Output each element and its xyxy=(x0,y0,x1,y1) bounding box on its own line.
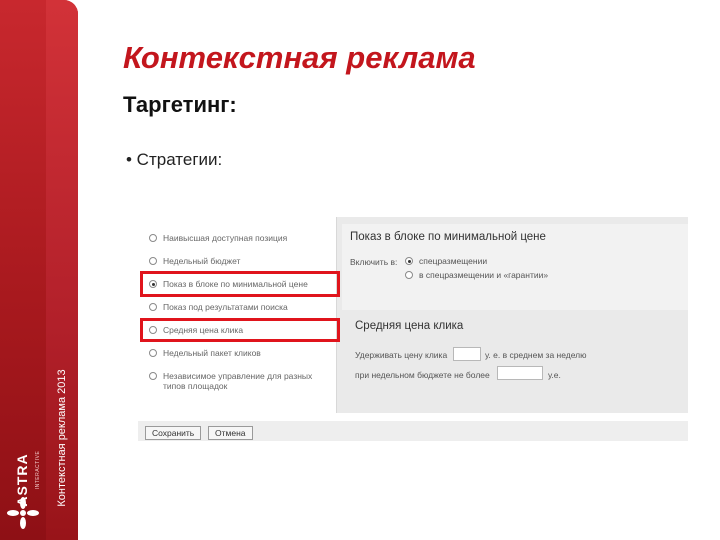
bullet-strategies: • Стратегии: xyxy=(126,150,223,169)
radio-button[interactable] xyxy=(149,303,157,311)
hold-cpc-input[interactable] xyxy=(453,347,481,361)
option-label-line1: Независимое управление для разных xyxy=(163,371,313,381)
radio-button-selected[interactable] xyxy=(405,257,413,265)
cpc-title: Средняя цена клика xyxy=(355,320,464,332)
strategy-option-below-search[interactable]: Показ под результатами поиска xyxy=(149,302,288,312)
slide-title: Контекстная реклама xyxy=(123,40,476,75)
radio-button[interactable] xyxy=(149,234,157,242)
place-option-special-guarantee[interactable]: в спецразмещении и «гарантии» xyxy=(405,270,548,280)
radio-button[interactable] xyxy=(149,349,157,357)
budget-input[interactable] xyxy=(497,366,543,380)
logo-subtext: INTERACTIVE xyxy=(35,450,41,490)
radio-button[interactable] xyxy=(405,271,413,279)
option-label-line2: типов площадок xyxy=(163,381,228,391)
strategy-option-weekly-budget[interactable]: Недельный бюджет xyxy=(149,256,240,266)
hold-cpc-suffix: у. е. в среднем за неделю xyxy=(485,350,587,360)
save-button[interactable]: Сохранить xyxy=(145,426,202,440)
budget-label: при недельном бюджете не более xyxy=(355,370,490,380)
radio-button[interactable] xyxy=(149,372,157,380)
highlight-box-min-price xyxy=(140,271,340,297)
strategy-option-weekly-clicks[interactable]: Недельный пакет кликов xyxy=(149,348,261,358)
hold-cpc-label: Удерживать цену клика xyxy=(355,350,448,360)
strategy-option-independent[interactable]: Независимое управление для разных типов … xyxy=(149,371,312,391)
block-title: Показ в блоке по минимальной цене xyxy=(350,231,546,243)
strategy-option-top-position[interactable]: Наивысшая доступная позиция xyxy=(149,233,287,243)
place-option-special[interactable]: спецразмещении xyxy=(405,256,487,266)
astra-logo-icon xyxy=(7,497,39,529)
side-caption: Контекстная реклама 2013 xyxy=(56,369,68,507)
cancel-button[interactable]: Отмена xyxy=(208,426,253,440)
budget-suffix: у.е. xyxy=(548,370,561,380)
slide-subtitle: Таргетинг: xyxy=(123,92,237,117)
enable-label: Включить в: xyxy=(350,257,398,267)
radio-button[interactable] xyxy=(149,257,157,265)
highlight-box-avg-cpc xyxy=(140,318,340,342)
